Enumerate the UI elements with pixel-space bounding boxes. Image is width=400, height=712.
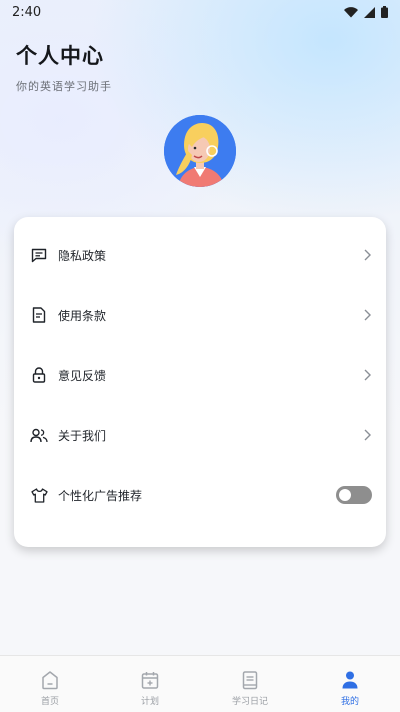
menu-item-label: 隐私政策 — [58, 248, 107, 263]
page-subtitle: 你的英语学习助手 — [16, 80, 112, 93]
tab-label: 我的 — [340, 697, 359, 707]
menu-item-label: 意见反馈 — [58, 368, 107, 383]
chevron-right-icon — [364, 309, 371, 321]
tab-plan[interactable]: 计划 — [100, 656, 200, 712]
menu-item-privacy-policy[interactable]: 隐私政策 — [14, 225, 386, 285]
menu-item-personalized-ads: 个性化广告推荐 — [14, 465, 386, 525]
wifi-icon — [344, 6, 358, 18]
status-time: 2:40 — [12, 4, 42, 20]
tab-mine[interactable]: 我的 — [300, 656, 400, 712]
status-bar: 2:40 — [0, 0, 400, 24]
menu-item-label: 使用条款 — [58, 308, 107, 323]
status-icons — [344, 6, 388, 18]
menu-item-about-us[interactable]: 关于我们 — [14, 405, 386, 465]
avatar[interactable] — [164, 115, 236, 187]
chevron-right-icon — [364, 429, 371, 441]
menu-item-label: 个性化广告推荐 — [58, 488, 143, 503]
tab-study-diary[interactable]: 学习日记 — [200, 656, 300, 712]
chevron-right-icon — [364, 369, 371, 381]
tab-label: 计划 — [140, 697, 159, 707]
menu-item-feedback[interactable]: 意见反馈 — [14, 345, 386, 405]
home-icon — [42, 671, 58, 690]
tshirt-icon — [30, 486, 48, 504]
document-icon — [30, 306, 48, 324]
menu-item-label: 关于我们 — [58, 428, 107, 443]
signal-icon — [364, 6, 375, 18]
personalized-ads-toggle[interactable] — [336, 486, 372, 504]
page-title: 个人中心 — [16, 44, 104, 68]
page-header: 个人中心 你的英语学习助手 — [16, 40, 112, 94]
tab-label: 学习日记 — [231, 697, 268, 707]
bottom-tab-bar: 首页 计划 学习日记 我的 — [0, 655, 400, 712]
tab-label: 首页 — [40, 697, 59, 707]
tab-home[interactable]: 首页 — [0, 656, 100, 712]
calendar-icon — [141, 672, 159, 689]
battery-icon — [381, 6, 388, 18]
menu-item-terms-of-use[interactable]: 使用条款 — [14, 285, 386, 345]
user-icon — [342, 671, 358, 689]
message-square-icon — [30, 246, 48, 264]
toggle-knob — [339, 489, 351, 501]
lock-icon — [30, 366, 48, 384]
users-icon — [30, 426, 48, 444]
book-icon — [242, 671, 258, 690]
avatar-illustration — [164, 115, 236, 187]
chevron-right-icon — [364, 249, 371, 261]
menu-card: 隐私政策 使用条款 意见反馈 关于我们 个性化广告推荐 — [14, 217, 386, 547]
